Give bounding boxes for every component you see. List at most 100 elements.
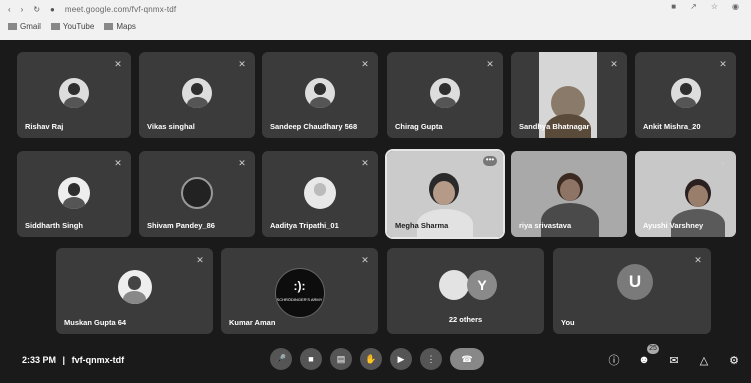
participant-name: Ankit Mishra_20 <box>643 122 701 131</box>
share-icon[interactable]: ↗ <box>690 2 697 11</box>
mic-off-icon: ✕ <box>361 59 369 69</box>
mic-off-icon: ✕ <box>486 59 494 69</box>
avatar <box>304 177 336 209</box>
participant-name: Aaditya Tripathi_01 <box>270 221 339 230</box>
army-logo-text: SCHRÖDINGER'S ARMY <box>276 297 323 302</box>
mic-off-icon: ✕ <box>238 158 246 168</box>
browser-chrome: ‹ › ↻ ● meet.google.com/fvf-qnmx-tdf ■ ↗… <box>0 0 751 40</box>
participant-tile[interactable]: ✕ Vikas singhal <box>139 52 255 138</box>
mic-off-icon: ✕ <box>114 158 122 168</box>
others-tile[interactable]: Y 22 others <box>387 248 544 334</box>
host-controls-icon[interactable]: ⚙ <box>727 354 741 367</box>
participant-name: Shivam Pandey_86 <box>147 221 215 230</box>
browser-actions: ■ ↗ ☆ ◉ <box>671 2 739 11</box>
people-icon[interactable]: ☻ <box>637 354 651 366</box>
forward-icon[interactable]: › <box>21 5 24 14</box>
reload-icon[interactable]: ↻ <box>33 5 40 14</box>
bookmark-gmail[interactable]: Gmail <box>8 22 41 31</box>
participant-name: Ayushi Varshney <box>643 221 704 230</box>
participant-tile[interactable]: ● Ayushi Varshney <box>635 151 736 237</box>
participant-name: Megha Sharma <box>395 221 449 230</box>
participant-name: Muskan Gupta 64 <box>64 318 127 327</box>
participant-tile[interactable]: ✕ Sandeep Chaudhary 568 <box>262 52 378 138</box>
mic-off-icon: ✕ <box>361 255 369 265</box>
participant-name: Chirag Gupta <box>395 122 443 131</box>
avatar-letter: Y <box>467 270 497 300</box>
url-text[interactable]: meet.google.com/fvf-qnmx-tdf <box>65 5 176 14</box>
side-controls: ⓘ ☻ ✉ △ ⚙ <box>607 352 741 368</box>
mic-off-icon: ● <box>720 158 726 168</box>
profile-icon[interactable]: ◉ <box>732 2 739 11</box>
more-options-icon[interactable]: ⋮ <box>420 348 442 370</box>
mic-off-icon: ✕ <box>114 59 122 69</box>
separator: | <box>62 355 66 365</box>
call-controls: 🎤 ■ ▤ ✋ ▶ ⋮ ☎ <box>270 348 484 370</box>
avatar <box>182 78 212 108</box>
participant-tile[interactable]: ✕ Sandhya Bhatnagar <box>511 52 627 138</box>
participant-name: Siddharth Singh <box>25 221 83 230</box>
back-icon[interactable]: ‹ <box>8 5 11 14</box>
participant-tile[interactable]: ✕ Siddharth Singh <box>17 151 131 237</box>
avatar <box>117 270 152 304</box>
camera-toggle-icon[interactable]: ■ <box>300 348 322 370</box>
gmail-icon <box>8 23 17 31</box>
captions-icon[interactable]: ▤ <box>330 348 352 370</box>
participant-tile[interactable]: ✕ Rishav Raj <box>17 52 131 138</box>
participant-tile[interactable]: ✕ Shivam Pandey_86 <box>139 151 255 237</box>
participant-name: Rishav Raj <box>25 122 64 131</box>
meeting-code: fvf-qnmx-tdf <box>71 355 125 365</box>
participant-tile[interactable]: ✕ Aaditya Tripathi_01 <box>262 151 378 237</box>
mic-off-icon: ✕ <box>238 59 246 69</box>
participant-name: Vikas singhal <box>147 122 195 131</box>
meeting-details: 2:33 PM | fvf-qnmx-tdf <box>22 355 124 365</box>
meet-stage: ✕ Rishav Raj ✕ Vikas singhal ✕ Sandeep C… <box>0 40 751 383</box>
lock-icon: ● <box>50 4 55 14</box>
participant-count-badge: 25 <box>647 344 659 354</box>
participant-tile[interactable]: :): SCHRÖDINGER'S ARMY ✕ Kumar Aman <box>221 248 378 334</box>
star-icon[interactable]: ☆ <box>711 2 718 11</box>
participant-tile-speaking[interactable]: ••• Megha Sharma <box>385 149 505 239</box>
avatar <box>59 78 89 108</box>
activities-icon[interactable]: △ <box>697 354 711 367</box>
participant-name: Sandeep Chaudhary 568 <box>270 122 358 131</box>
avatar <box>439 270 469 300</box>
self-tile[interactable]: U ✕ You <box>553 248 711 334</box>
meeting-time: 2:33 PM <box>22 355 57 365</box>
raise-hand-icon[interactable]: ✋ <box>360 348 382 370</box>
meeting-toolbar: 2:33 PM | fvf-qnmx-tdf 🎤 ■ ▤ ✋ ▶ ⋮ ☎ ⓘ ☻… <box>0 340 751 383</box>
participant-name: You <box>561 318 575 327</box>
participant-name: Kumar Aman <box>229 318 276 327</box>
avatar: :): SCHRÖDINGER'S ARMY <box>274 268 325 318</box>
participant-name: riya srivastava <box>519 221 572 230</box>
mic-off-icon: ✕ <box>196 255 204 265</box>
participant-tile[interactable]: ✕ Chirag Gupta <box>387 52 503 138</box>
mic-off-icon: ✕ <box>694 255 702 265</box>
mic-off-icon: ✕ <box>361 158 369 168</box>
participant-tile[interactable]: ✕ Muskan Gupta 64 <box>56 248 213 334</box>
avatar <box>58 177 90 209</box>
chat-icon[interactable]: ✉ <box>667 354 681 367</box>
address-bar: ‹ › ↻ ● meet.google.com/fvf-qnmx-tdf <box>8 2 176 16</box>
youtube-icon <box>50 23 60 31</box>
bookmark-maps[interactable]: Maps <box>104 22 136 31</box>
mic-off-icon: ✕ <box>719 59 727 69</box>
maps-icon <box>104 23 114 31</box>
bookmarks-bar: Gmail YouTube Maps <box>8 22 136 31</box>
participant-tile[interactable]: riya srivastava <box>511 151 627 237</box>
avatar-letter: U <box>617 264 653 300</box>
participant-name: Sandhya Bhatnagar <box>519 122 590 131</box>
extension-icon[interactable]: ■ <box>671 2 676 11</box>
others-count: 22 others <box>448 315 483 324</box>
present-icon[interactable]: ▶ <box>390 348 412 370</box>
avatar <box>305 78 335 108</box>
mic-toggle-icon[interactable]: 🎤 <box>270 348 292 370</box>
participant-tile[interactable]: ✕ Ankit Mishra_20 <box>635 52 736 138</box>
more-options-icon[interactable]: ••• <box>483 156 497 166</box>
avatar <box>430 78 460 108</box>
info-icon[interactable]: ⓘ <box>607 352 621 368</box>
bookmark-youtube[interactable]: YouTube <box>50 22 94 31</box>
end-call-icon[interactable]: ☎ <box>450 348 484 370</box>
avatar <box>670 78 701 108</box>
avatar <box>181 177 213 209</box>
mic-off-icon: ✕ <box>610 59 618 69</box>
